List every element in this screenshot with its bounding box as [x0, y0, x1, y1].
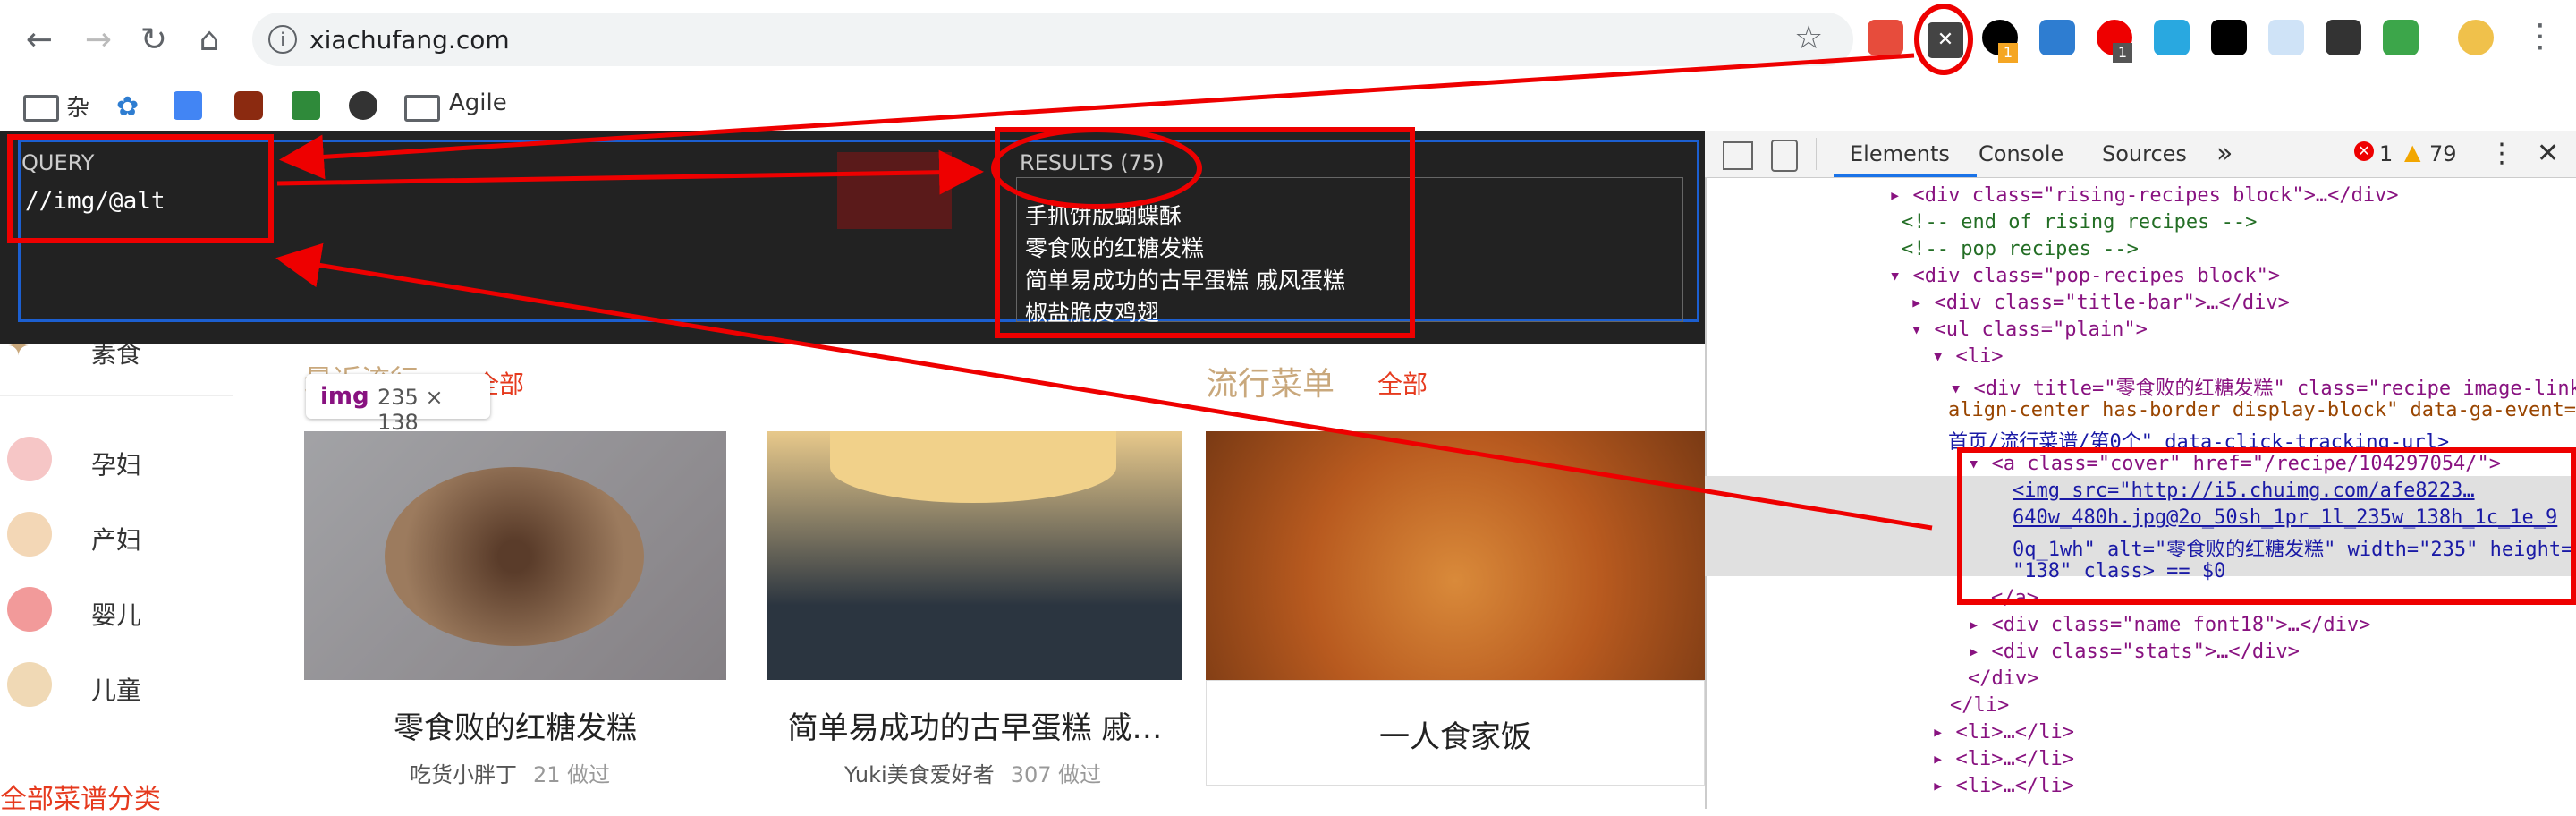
annotation-arrows: [275, 53, 1933, 531]
arrow-extension-to-query: [279, 53, 1915, 180]
arrow-node-to-query: [275, 242, 1933, 531]
arrow-query-to-results: [276, 149, 984, 195]
